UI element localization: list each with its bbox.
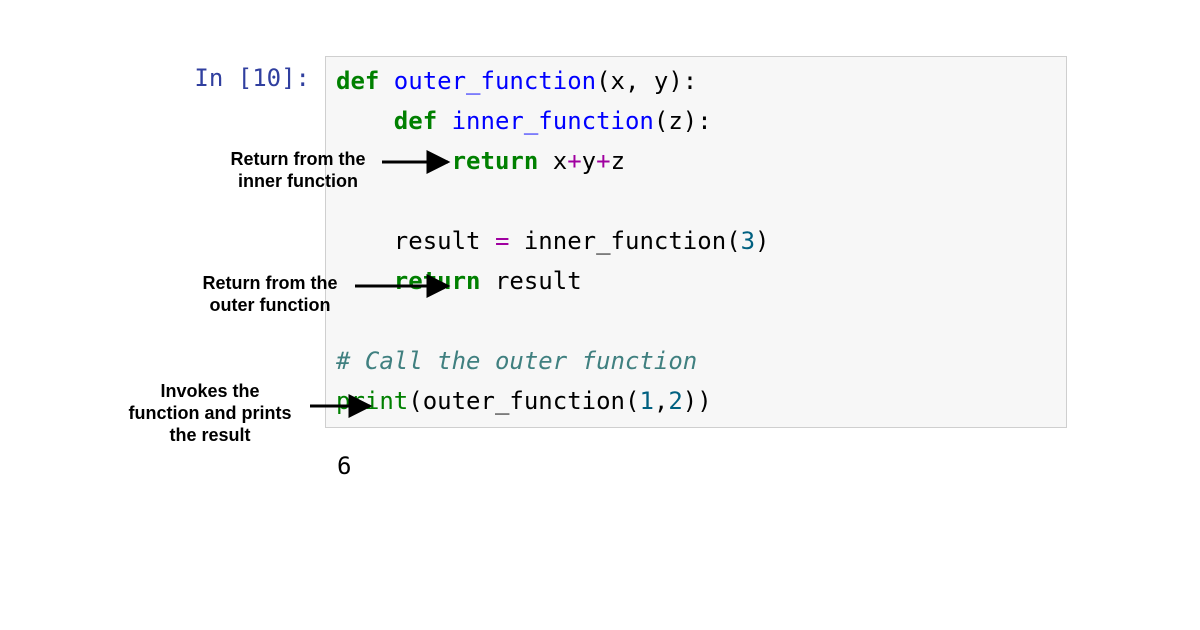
code-line-8-comment: # Call the outer function — [336, 341, 1056, 381]
operator-plus: + — [567, 147, 581, 175]
cell-output: 6 — [337, 452, 351, 480]
keyword-def: def — [336, 67, 394, 95]
keyword-def: def — [394, 107, 452, 135]
code-line-9: print(outer_function(1,2)) — [336, 381, 1056, 421]
comment: # Call the outer function — [336, 347, 697, 375]
code-text: )) — [683, 387, 712, 415]
cell-prompt: In [10]: — [180, 64, 310, 92]
code-line-2: def inner_function(z): — [336, 101, 1056, 141]
comma: , — [654, 387, 668, 415]
code-text: result — [336, 227, 495, 255]
code-line-3: return x+y+z — [336, 141, 1056, 181]
number-literal: 2 — [668, 387, 682, 415]
code-text: result — [495, 267, 582, 295]
code-cell: def outer_function(x, y): def inner_func… — [325, 56, 1067, 428]
annotation-inner-return: Return from theinner function — [218, 148, 378, 192]
number-literal: 3 — [741, 227, 755, 255]
code-line-7-blank — [336, 301, 1056, 341]
code-text: (outer_function( — [408, 387, 639, 415]
code-line-5: result = inner_function(3) — [336, 221, 1056, 261]
code-line-6: return result — [336, 261, 1056, 301]
keyword-return: return — [394, 267, 495, 295]
operator-plus: + — [596, 147, 610, 175]
indent — [336, 107, 394, 135]
var-z: z — [611, 147, 625, 175]
annotation-outer-return: Return from theouter function — [190, 272, 350, 316]
code-text: inner_function( — [509, 227, 740, 255]
code-line-1: def outer_function(x, y): — [336, 61, 1056, 101]
function-name-outer: outer_function — [394, 67, 596, 95]
builtin-print: print — [336, 387, 408, 415]
function-name-inner: inner_function — [452, 107, 654, 135]
operator-equals: = — [495, 227, 509, 255]
code-line-4-blank — [336, 181, 1056, 221]
keyword-return: return — [452, 147, 553, 175]
number-literal: 1 — [639, 387, 653, 415]
code-text: ) — [755, 227, 769, 255]
annotation-invoke-print: Invokes thefunction and printsthe result — [110, 380, 310, 446]
var-y: y — [582, 147, 596, 175]
code-text: (x, y): — [596, 67, 697, 95]
code-text: (z): — [654, 107, 712, 135]
var-x: x — [553, 147, 567, 175]
